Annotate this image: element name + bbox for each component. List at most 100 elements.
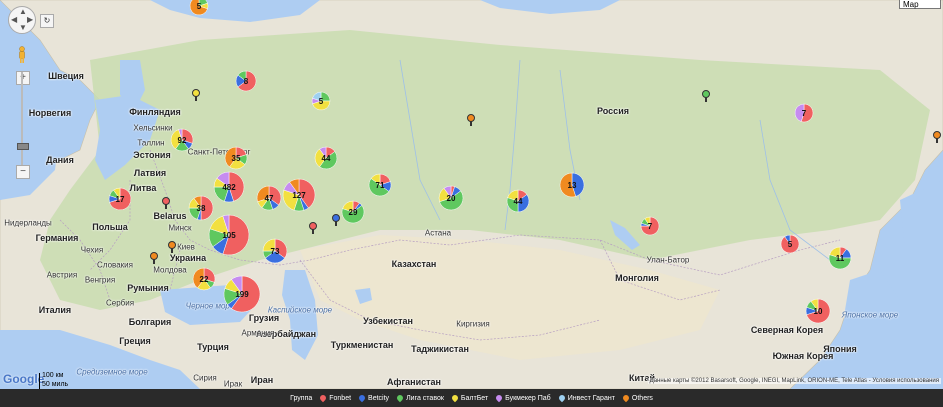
map-pin-icon[interactable] xyxy=(150,252,158,264)
pie-marker-value: 105 xyxy=(222,230,236,240)
pie-marker[interactable]: 22 xyxy=(192,267,216,291)
label-iran: Иран xyxy=(250,375,274,385)
label-latvia: Латвия xyxy=(133,168,167,178)
label-caspian-sea: Каспийское море xyxy=(267,305,333,315)
pan-down-icon[interactable]: ▼ xyxy=(19,24,27,32)
pie-marker-value: 5 xyxy=(787,239,793,249)
pie-marker[interactable]: 10 xyxy=(805,298,831,324)
pie-marker[interactable]: 105 xyxy=(208,214,250,256)
label-armenia: Армения xyxy=(241,328,275,338)
label-georgia: Грузия xyxy=(248,313,280,323)
legend-marker-icon xyxy=(319,393,328,403)
pie-marker[interactable]: 13 xyxy=(559,172,585,198)
pie-marker[interactable]: 44 xyxy=(314,146,338,170)
pie-marker[interactable]: 5 xyxy=(189,0,209,16)
pie-marker[interactable]: 92 xyxy=(170,128,194,152)
legend-label: Лига ставок xyxy=(406,394,444,402)
map-pin-icon[interactable] xyxy=(332,214,340,226)
pie-marker-value: 482 xyxy=(222,182,236,192)
legend-marker-icon xyxy=(621,393,631,403)
label-north-korea: Северная Корея xyxy=(750,325,824,335)
map-pin-icon[interactable] xyxy=(168,241,176,253)
label-sweden: Швеция xyxy=(48,71,84,81)
pie-marker-value: 199 xyxy=(235,289,249,299)
label-turkmenistan: Туркменистан xyxy=(330,340,394,350)
pie-marker[interactable]: 44 xyxy=(506,189,530,213)
legend-bar: Группа Fonbet Betcity Лига ставок БалтБет Бу… xyxy=(0,389,943,407)
label-greece: Греция xyxy=(119,336,151,346)
label-afghanistan: Афганистан xyxy=(387,377,441,387)
label-iraq: Ирак xyxy=(223,379,243,389)
zoom-slider-track[interactable] xyxy=(21,72,23,168)
label-czechia: Чехия xyxy=(80,245,104,255)
label-russia: Россия xyxy=(597,106,629,116)
pie-marker[interactable]: 35 xyxy=(224,146,248,170)
pan-up-icon[interactable]: ▲ xyxy=(19,8,27,16)
pie-marker-value: 7 xyxy=(647,221,653,231)
pie-marker[interactable]: 11 xyxy=(828,246,852,270)
pie-marker[interactable]: 47 xyxy=(256,185,282,211)
pie-marker[interactable]: 20 xyxy=(438,185,464,211)
pan-control[interactable]: ▲ ▼ ◀ ▶ xyxy=(8,6,36,34)
map-pin-icon[interactable] xyxy=(309,222,317,234)
map-pin-icon[interactable] xyxy=(702,90,710,102)
zoom-out-button[interactable]: − xyxy=(16,165,30,179)
pie-marker-value: 44 xyxy=(513,196,523,206)
scale-miles: 50 миль xyxy=(42,381,69,388)
legend-label: Others xyxy=(631,394,653,402)
map-type-select[interactable]: Map xyxy=(899,0,941,9)
label-hungary: Венгрия xyxy=(84,275,116,285)
label-uzbekistan: Узбекистан xyxy=(363,316,413,326)
label-belarus: Belarus xyxy=(153,211,187,221)
pie-marker[interactable]: 71 xyxy=(368,173,392,197)
pie-marker[interactable]: 29 xyxy=(341,200,365,224)
pie-marker[interactable]: 17 xyxy=(108,187,132,211)
pie-marker[interactable]: 73 xyxy=(262,238,288,264)
map-pin-icon[interactable] xyxy=(467,114,475,126)
map-pin-icon[interactable] xyxy=(933,131,941,143)
pie-marker[interactable]: 199 xyxy=(223,275,261,313)
pie-marker[interactable]: 5 xyxy=(311,91,331,111)
pie-marker-value: 22 xyxy=(199,274,209,284)
street-view-pegman-icon[interactable] xyxy=(17,46,27,64)
pan-right-icon[interactable]: ▶ xyxy=(27,16,33,24)
label-bulgaria: Болгария xyxy=(128,317,172,327)
pan-left-icon[interactable]: ◀ xyxy=(11,16,17,24)
pie-marker-value: 17 xyxy=(115,194,125,204)
map-pin-icon[interactable] xyxy=(192,89,200,101)
label-lithuania: Литва xyxy=(129,183,157,193)
legend-label: Betcity xyxy=(368,394,390,402)
reset-view-button[interactable]: ↻ xyxy=(40,14,54,28)
label-kyiv: Киев xyxy=(177,242,195,252)
legend-item: Fonbet xyxy=(319,393,351,403)
legend-marker-icon xyxy=(494,393,504,403)
scale-km: 100 км xyxy=(42,372,64,379)
pie-marker-value: 10 xyxy=(813,306,823,316)
pie-marker-value: 20 xyxy=(446,193,456,203)
map-pin-icon[interactable] xyxy=(162,197,170,209)
legend-marker-icon xyxy=(395,393,405,403)
label-tajikistan: Таджикистан xyxy=(411,344,469,354)
map-attribution[interactable]: Данные карты ©2012 Basarsoft, Google, IN… xyxy=(647,378,941,384)
pie-marker[interactable]: 7 xyxy=(794,103,814,123)
zoom-slider-handle[interactable] xyxy=(17,143,29,150)
label-minsk: Минск xyxy=(168,223,192,233)
label-italy: Италия xyxy=(38,305,72,315)
zoom-in-button[interactable]: + xyxy=(16,71,30,85)
label-mongolia: Монголия xyxy=(615,273,659,283)
legend-label: Инвест Гарант xyxy=(567,394,615,402)
pie-marker[interactable]: 7 xyxy=(640,216,660,236)
map-root[interactable]: { "map_type": "Map", "legend": { "title"… xyxy=(0,0,943,407)
pie-marker-value: 29 xyxy=(348,207,358,217)
pie-marker[interactable]: 8 xyxy=(235,70,257,92)
label-serbia: Сербия xyxy=(105,298,135,308)
pie-marker[interactable]: 127 xyxy=(282,178,316,212)
label-ukraine: Украина xyxy=(169,253,207,263)
pie-marker-value: 44 xyxy=(321,153,331,163)
pie-marker[interactable]: 5 xyxy=(780,234,800,254)
pie-marker[interactable]: 482 xyxy=(213,171,245,203)
pie-marker-value: 73 xyxy=(270,246,280,256)
label-turkey: Турция xyxy=(197,342,229,352)
label-astana: Астана xyxy=(424,228,452,238)
label-germany: Германия xyxy=(35,233,79,243)
